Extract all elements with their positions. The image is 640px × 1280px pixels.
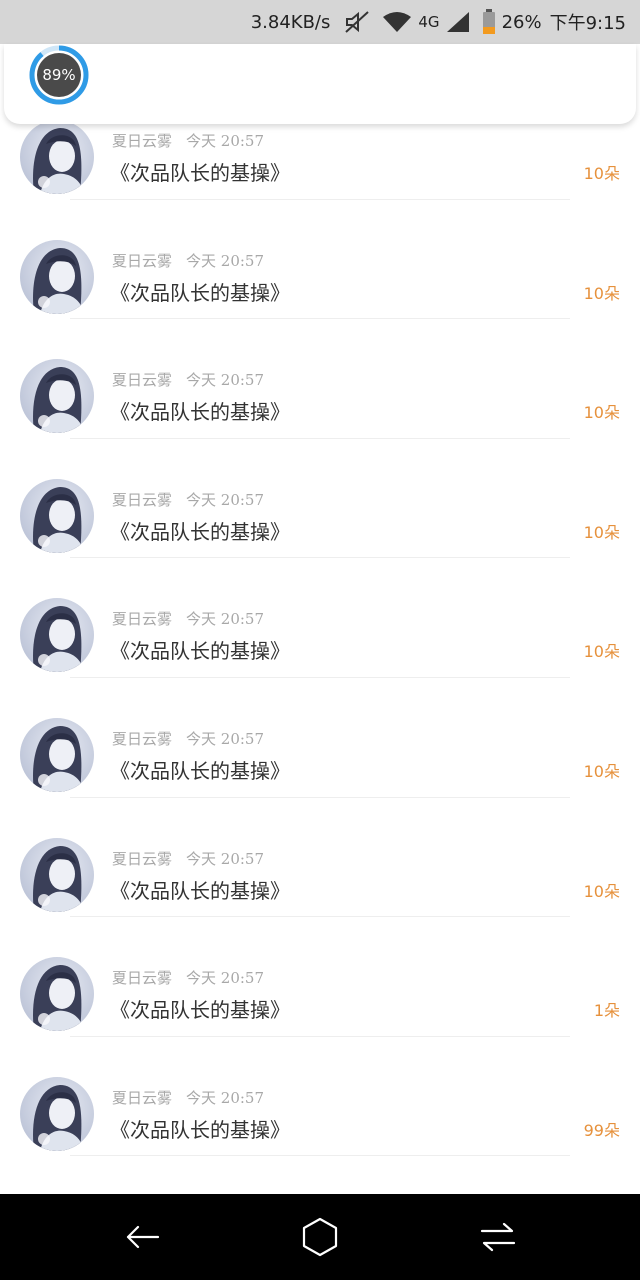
username: 夏日云雾 — [112, 610, 173, 629]
avatar[interactable] — [20, 717, 94, 792]
navigation-bar — [0, 1194, 640, 1280]
network-type: 4G — [418, 13, 440, 31]
amount: 10朵 — [583, 403, 620, 423]
timestamp: 今天 20:57 — [186, 1088, 265, 1107]
avatar[interactable] — [20, 359, 94, 434]
item-title: 《次品队长的基操》 — [110, 161, 290, 185]
status-icons: 3.84KB/s 4G 26% 下午9:15 — [251, 0, 626, 44]
mute-icon — [344, 10, 370, 34]
amount: 10朵 — [583, 164, 620, 183]
list-item[interactable]: 夏日云雾 今天 20:57 《次品队长的基操》 1朵 — [0, 917, 640, 1037]
avatar[interactable] — [20, 120, 94, 194]
item-title: 《次品队长的基操》 — [110, 998, 290, 1023]
net-speed: 3.84KB/s — [250, 11, 331, 33]
list-item[interactable]: 夏日云雾 今天 20:57 《次品队长的基操》 10朵 — [0, 798, 640, 918]
amount: 10朵 — [583, 522, 620, 542]
list-item[interactable]: 夏日云雾 今天 20:57 《次品队长的基操》 10朵 — [0, 200, 640, 320]
username: 夏日云雾 — [112, 251, 173, 270]
timestamp: 今天 20:57 — [186, 251, 265, 270]
list-item[interactable]: 夏日云雾 今天 20:57 《次品队长的基操》 99朵 — [0, 1037, 640, 1157]
avatar[interactable] — [20, 239, 94, 314]
clock: 下午9:15 — [549, 13, 626, 34]
list-item[interactable]: 夏日云雾 今天 20:57 《次品队长的基操》 10朵 — [0, 558, 640, 678]
home-icon[interactable] — [298, 1215, 342, 1259]
item-title: 《次品队长的基操》 — [110, 639, 290, 664]
item-title: 《次品队长的基操》 — [110, 758, 290, 783]
username: 夏日云雾 — [112, 132, 173, 150]
timestamp: 今天 20:57 — [186, 371, 265, 390]
username: 夏日云雾 — [112, 729, 173, 748]
timestamp: 今天 20:57 — [186, 729, 265, 748]
item-title: 《次品队长的基操》 — [110, 519, 290, 544]
timestamp: 今天 20:57 — [186, 490, 265, 509]
avatar[interactable] — [20, 478, 94, 553]
avatar[interactable] — [20, 598, 94, 673]
list-item[interactable]: 夏日云雾 今天 20:57 《次品队长的基操》 10朵 — [0, 678, 640, 798]
divider — [70, 1155, 570, 1157]
amount: 10朵 — [583, 283, 620, 303]
amount: 10朵 — [583, 642, 620, 662]
battery-icon — [482, 9, 496, 35]
progress-label: 89% — [42, 66, 76, 84]
list-item[interactable]: 夏日云雾 今天 20:57 《次品队长的基操》 10朵 — [0, 439, 640, 559]
item-title: 《次品队长的基操》 — [110, 878, 290, 903]
amount: 10朵 — [583, 761, 620, 781]
signal-icon — [446, 11, 470, 33]
timestamp: 今天 20:57 — [186, 610, 265, 629]
amount: 99朵 — [583, 1120, 620, 1140]
timestamp: 今天 20:57 — [186, 849, 265, 868]
item-title: 《次品队长的基操》 — [110, 1117, 290, 1142]
username: 夏日云雾 — [112, 371, 173, 390]
battery-percent: 26% — [501, 11, 542, 33]
username: 夏日云雾 — [112, 969, 173, 988]
timestamp: 今天 20:57 — [186, 969, 265, 988]
avatar[interactable] — [20, 957, 94, 1032]
username: 夏日云雾 — [112, 1088, 173, 1107]
amount: 1朵 — [593, 1001, 620, 1021]
header-card — [4, 44, 636, 124]
username: 夏日云雾 — [112, 490, 173, 509]
amount: 10朵 — [583, 881, 620, 901]
recents-icon[interactable] — [476, 1215, 520, 1259]
item-title: 《次品队长的基操》 — [110, 400, 290, 425]
avatar[interactable] — [20, 1076, 94, 1151]
record-list: 夏日云雾 今天 20:57 《次品队长的基操》 10朵 夏日云雾 今天 20:5… — [0, 80, 640, 1157]
avatar[interactable] — [20, 837, 94, 912]
list-item[interactable]: 夏日云雾 今天 20:57 《次品队长的基操》 10朵 — [0, 319, 640, 439]
item-title: 《次品队长的基操》 — [110, 280, 290, 305]
status-bar: 3.84KB/s 4G 26% 下午9:15 — [0, 0, 640, 44]
back-icon[interactable] — [120, 1215, 164, 1259]
wifi-icon — [382, 11, 412, 33]
timestamp: 今天 20:57 — [186, 132, 265, 150]
username: 夏日云雾 — [112, 849, 173, 868]
